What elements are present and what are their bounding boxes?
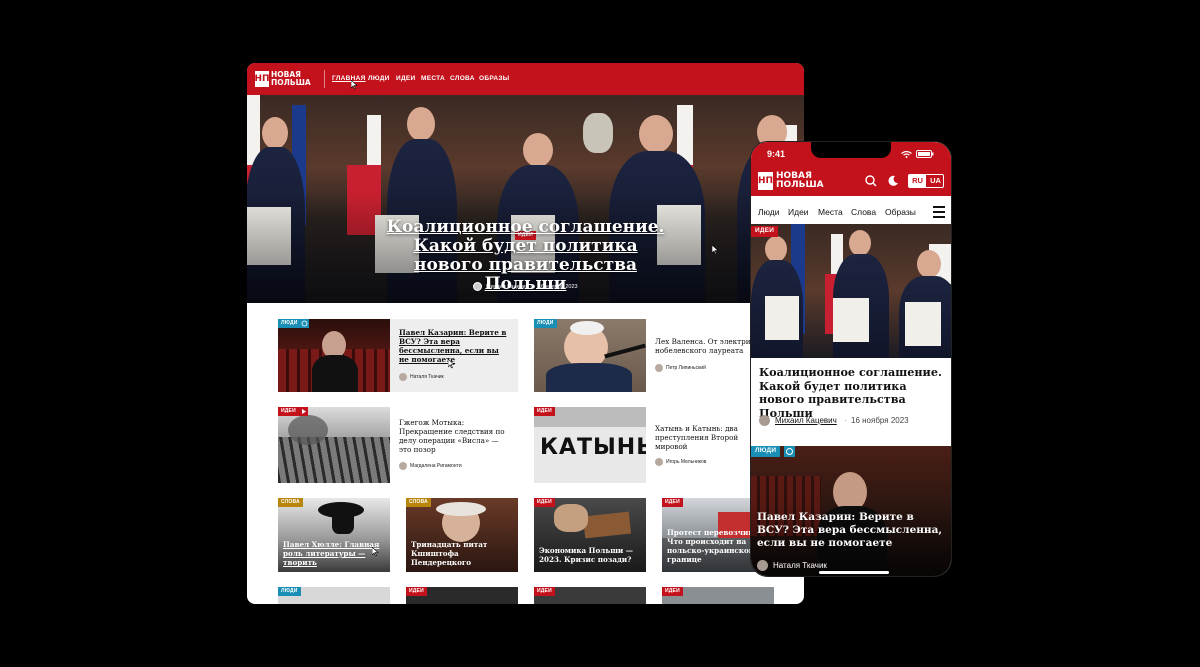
card-tag[interactable]: ИДЕИ	[406, 587, 427, 596]
hero-title[interactable]: Коалиционное соглашение. Какой будет пол…	[377, 218, 674, 294]
card-image[interactable]: КАТЫНЬ	[534, 407, 646, 483]
mobile-device: 9:41 НП НОВАЯ ПОЛЬША RU UA Люди Идеи Мес…	[750, 141, 952, 577]
image-text: КАТЫНЬ	[540, 435, 646, 460]
hero-date: 16 ноября 2023	[538, 284, 578, 290]
play-icon	[299, 407, 308, 416]
card-image[interactable]: Тринадцать питат Кшиштофа Пендерецкого	[406, 498, 518, 572]
mobile-nav-slova[interactable]: Слова	[851, 207, 876, 217]
logo-line-2: ПОЛЬША	[271, 77, 311, 87]
card-tag[interactable]: ЛЮДИ	[278, 319, 301, 328]
card-author[interactable]: Магдалена Ригамонти	[410, 463, 462, 469]
nav-mesta[interactable]: МЕСТА	[421, 75, 445, 82]
meta-separator: ·	[844, 416, 847, 425]
card-title[interactable]: Павел Казарин: Верите в ВСУ? Эта вера бе…	[399, 328, 511, 364]
nav-slova[interactable]: СЛОВА	[450, 75, 475, 82]
audio-icon	[300, 319, 309, 328]
desktop-window: НП НОВАЯ ПОЛЬША ГЛАВНАЯ ЛЮДИ ИДЕИ МЕСТА …	[247, 63, 804, 604]
person-face	[407, 107, 435, 141]
mobile-nav-lyudi[interactable]: Люди	[758, 207, 779, 217]
wifi-icon	[901, 151, 912, 158]
card-tag[interactable]: СЛОВА	[406, 498, 431, 507]
card-title[interactable]: Гжегож Мотыка: Прекращение следствия по …	[399, 418, 511, 454]
card-image[interactable]: Павел Хюлле: Главная роль литературы — т…	[278, 498, 390, 572]
card-image[interactable]: Экономика Польши — 2023. Кризис позади?	[534, 498, 646, 572]
logo-text[interactable]: НОВАЯ ПОЛЬША	[271, 71, 311, 87]
mobile-nav-obrazy[interactable]: Образы	[885, 207, 916, 217]
card-author[interactable]: Наталя Ткачик	[410, 374, 444, 380]
mobile-hero-title[interactable]: Коалиционное соглашение. Какой будет пол…	[759, 365, 949, 420]
person-face	[523, 133, 553, 167]
author-avatar	[399, 462, 407, 470]
hero-article[interactable]: ИДЕИ Коалиционное соглашение. Какой буде…	[247, 95, 804, 303]
card-title[interactable]: Экономика Польши — 2023. Кризис позади?	[539, 546, 639, 564]
logo-mark[interactable]: НП	[254, 71, 270, 87]
cursor-icon	[712, 245, 719, 255]
card-image[interactable]	[278, 407, 390, 483]
cursor-icon	[448, 359, 455, 369]
meta-separator: ·	[530, 284, 532, 290]
author-avatar	[759, 415, 770, 426]
card-title[interactable]: Тринадцать питат Кшиштофа Пендерецкого	[411, 540, 511, 567]
card-author[interactable]: Игорь Мельников	[666, 459, 706, 465]
card-image[interactable]	[278, 319, 390, 392]
author-avatar	[757, 560, 768, 571]
person-face	[262, 117, 288, 149]
nav-lyudi[interactable]: ЛЮДИ	[368, 75, 390, 82]
card-tag[interactable]: ИДЕИ	[534, 498, 555, 507]
card-tag[interactable]: ИДЕИ	[662, 587, 683, 596]
mobile-hero-image[interactable]	[751, 224, 951, 358]
cursor-icon	[351, 80, 358, 90]
moon-icon[interactable]	[887, 175, 899, 187]
mobile-hero-author[interactable]: Михаил Кацевич	[775, 416, 837, 425]
header-divider	[324, 70, 325, 88]
lang-ua[interactable]: UA	[927, 175, 944, 187]
logo-text[interactable]: НОВАЯ ПОЛЬША	[776, 171, 824, 191]
phone-notch	[811, 142, 891, 158]
card-tag[interactable]: ИДЕИ	[662, 498, 683, 507]
mobile-hero-tag[interactable]: ИДЕИ	[751, 226, 779, 237]
card-image[interactable]	[534, 319, 646, 392]
mobile-nav-mesta[interactable]: Места	[818, 207, 843, 217]
site-header: НП НОВАЯ ПОЛЬША ГЛАВНАЯ ЛЮДИ ИДЕИ МЕСТА …	[247, 63, 804, 95]
mobile-card-author[interactable]: Наталя Ткачик	[773, 561, 827, 570]
battery-icon	[916, 150, 934, 158]
mobile-nav-idei[interactable]: Идеи	[788, 207, 809, 217]
home-indicator	[819, 571, 889, 574]
author-avatar	[399, 373, 407, 381]
mobile-header: 9:41 НП НОВАЯ ПОЛЬША RU UA	[751, 142, 951, 196]
author-avatar	[473, 282, 482, 291]
eagle-emblem	[583, 113, 613, 153]
card-author[interactable]: Петр Липиньский	[666, 365, 706, 371]
cursor-icon	[372, 547, 379, 557]
nav-glavnaya[interactable]: ГЛАВНАЯ	[332, 75, 366, 82]
logo-line-2: ПОЛЬША	[776, 180, 824, 191]
nav-obrazy[interactable]: ОБРАЗЫ	[479, 75, 509, 82]
mobile-card-title[interactable]: Павел Казарин: Верите в ВСУ? Эта вера бе…	[757, 511, 949, 550]
author-avatar	[655, 364, 663, 372]
flag	[367, 115, 381, 165]
nav-idei[interactable]: ИДЕИ	[396, 75, 416, 82]
mobile-hero-date: 16 ноября 2023	[851, 416, 909, 425]
card-title[interactable]: Павел Хюлле: Главная роль литературы — т…	[283, 540, 383, 567]
card-tag[interactable]: ЛЮДИ	[534, 319, 557, 328]
logo-mark[interactable]: НП	[758, 172, 773, 190]
card-tag[interactable]: ИДЕИ	[278, 407, 299, 416]
card-tag[interactable]: ИДЕИ	[534, 587, 555, 596]
mobile-card-tag[interactable]: ЛЮДИ	[751, 446, 781, 457]
author-avatar	[655, 458, 663, 466]
card-tag[interactable]: ИДЕИ	[534, 407, 555, 416]
card-tag[interactable]: ЛЮДИ	[278, 587, 301, 596]
search-icon[interactable]	[865, 175, 877, 187]
lang-ru[interactable]: RU	[909, 175, 926, 187]
status-time: 9:41	[767, 149, 786, 159]
hero-author[interactable]: Михаил Кацевич	[486, 284, 528, 290]
audio-icon	[784, 446, 795, 457]
card-title[interactable]: Хатынь и Катынь: два преступления Второй…	[655, 424, 755, 451]
card-tag[interactable]: СЛОВА	[278, 498, 303, 507]
person-face	[639, 115, 673, 153]
